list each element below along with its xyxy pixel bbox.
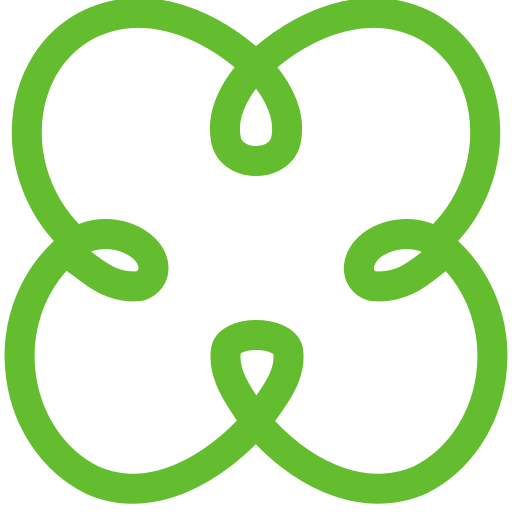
knot-icon: [4, 0, 508, 504]
knot-outline-path: [4, 0, 508, 504]
knot-icon-canvas: [0, 0, 512, 512]
